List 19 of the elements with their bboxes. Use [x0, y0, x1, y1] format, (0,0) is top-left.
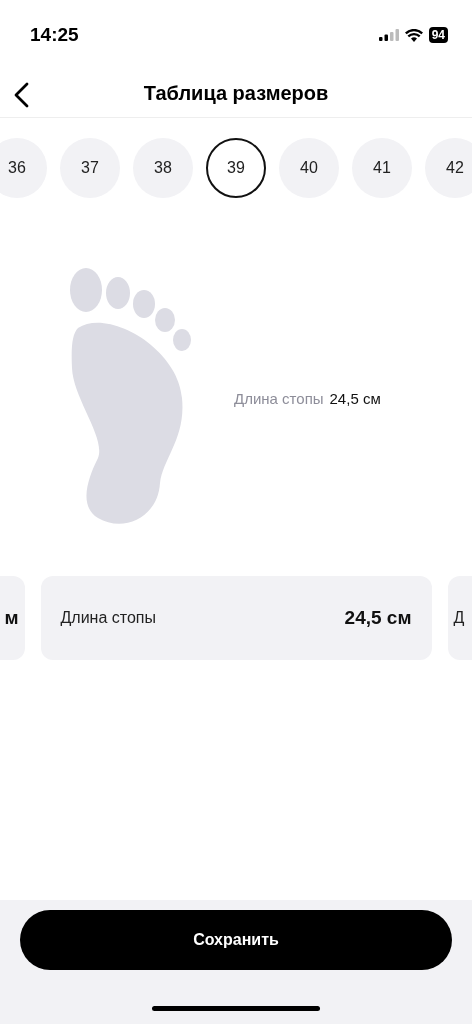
- card-value: 24,5 см: [344, 607, 412, 629]
- card-label: Длина стопы: [60, 609, 156, 627]
- size-chip[interactable]: 41: [352, 138, 412, 198]
- wifi-icon: [404, 28, 423, 42]
- card-label: Д: [453, 609, 465, 627]
- page-title: Таблица размеров: [143, 82, 329, 105]
- card-value: м: [4, 607, 19, 629]
- size-chip[interactable]: 42: [425, 138, 472, 198]
- signal-icon: [378, 29, 399, 41]
- size-chip[interactable]: 40: [279, 138, 339, 198]
- battery-level: 94: [428, 27, 448, 43]
- size-chip[interactable]: 38: [133, 138, 193, 198]
- status-time: 14:25: [30, 24, 79, 46]
- size-chip[interactable]: 37: [60, 138, 120, 198]
- size-chip[interactable]: 39: [206, 138, 266, 198]
- save-button[interactable]: Сохранить: [20, 910, 452, 970]
- foot-length-value: 24,5 см: [329, 389, 381, 407]
- size-chip[interactable]: 36: [0, 138, 47, 198]
- foot-length-label: Длина стопы: [234, 389, 324, 407]
